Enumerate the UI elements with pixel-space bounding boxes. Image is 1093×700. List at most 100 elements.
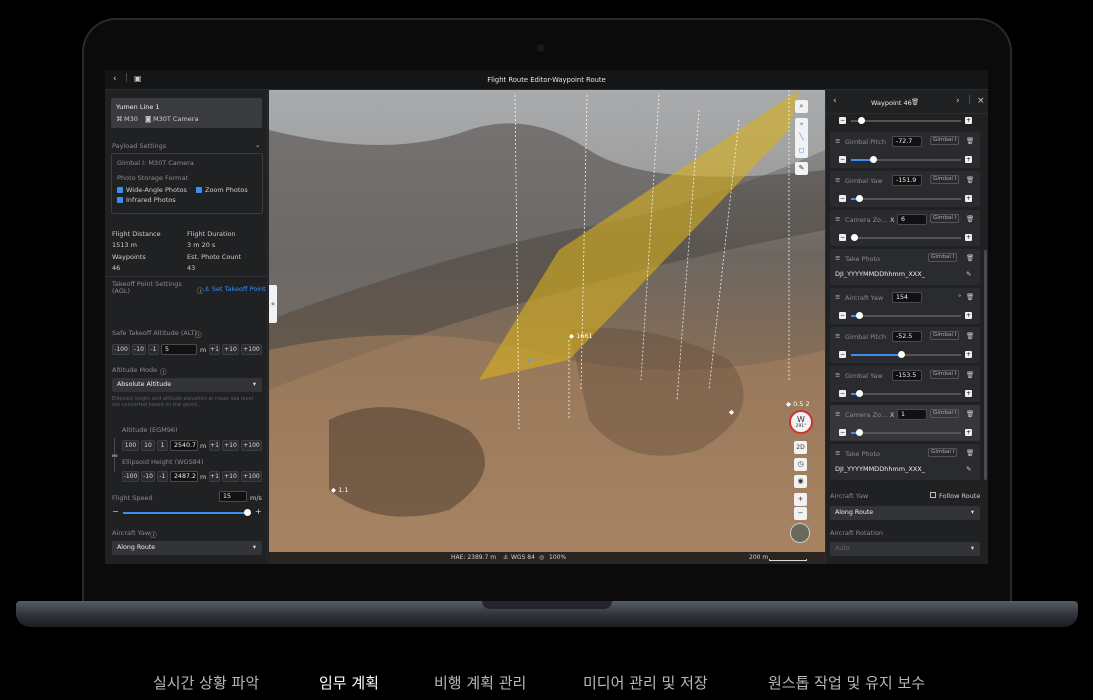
slider-knob[interactable]: [856, 312, 863, 319]
step-plus-1[interactable]: +1: [209, 344, 220, 355]
aircraft-yaw-select[interactable]: Along Route ▾: [112, 541, 262, 555]
slider-track[interactable]: [851, 393, 961, 395]
plus-icon[interactable]: +: [255, 507, 262, 516]
slider-knob[interactable]: [856, 195, 863, 202]
slider-knob[interactable]: [898, 351, 905, 358]
area-icon[interactable]: ◻: [795, 144, 808, 157]
minus-button[interactable]: −: [839, 117, 846, 124]
wgs-minus-100[interactable]: -100: [122, 471, 139, 482]
zoom-photos-checkbox[interactable]: [196, 187, 202, 193]
delete-icon[interactable]: 🗑: [966, 449, 974, 457]
plus-button[interactable]: +: [965, 429, 972, 436]
minus-button[interactable]: −: [839, 195, 846, 202]
gimbal-button[interactable]: Gimbal I: [930, 136, 960, 145]
wgs-minus-10[interactable]: -10: [141, 471, 155, 482]
minus-button[interactable]: −: [839, 234, 846, 241]
action-card[interactable]: ≡ Camera Zo... X 1 Gimbal I 🗑 − +: [830, 405, 980, 441]
slider-knob[interactable]: [856, 390, 863, 397]
action-card[interactable]: ≡ Aircraft Yaw 154 ° 🗑 − +: [830, 288, 980, 324]
action-card[interactable]: ≡ Gimbal Pitch -52.5 Gimbal I 🗑 − +: [830, 327, 980, 363]
layer-thumbnail[interactable]: [790, 523, 810, 543]
aircraft-rotation-select[interactable]: Auto ▾: [830, 542, 980, 556]
drag-handle-icon[interactable]: ≡: [835, 332, 840, 340]
action-card[interactable]: ≡ Gimbal Yaw -151.9 Gimbal I 🗑 − +: [830, 171, 980, 207]
slider-track[interactable]: [851, 315, 961, 317]
edit-icon[interactable]: ✎: [795, 162, 808, 175]
minus-button[interactable]: −: [839, 312, 846, 319]
pin-icon[interactable]: ⌖: [795, 118, 808, 131]
delete-icon[interactable]: 🗑: [966, 293, 974, 301]
plus-button[interactable]: +: [965, 117, 972, 124]
delete-icon[interactable]: 🗑: [966, 410, 974, 418]
gimbal-button[interactable]: Gimbal I: [930, 175, 960, 184]
action-card[interactable]: ≡ Take Photo Gimbal I 🗑 DJI_YYYYMMDDhhmm_XXX…: [830, 444, 980, 480]
action-value-input[interactable]: -153.5: [892, 370, 922, 381]
altitude-mode-select[interactable]: Absolute Altitude ▾: [112, 378, 262, 392]
view-2d-button[interactable]: 2D: [794, 441, 807, 454]
step-plus-100[interactable]: +100: [241, 344, 262, 355]
delete-icon[interactable]: 🗑: [966, 215, 974, 223]
drag-handle-icon[interactable]: ≡: [835, 449, 840, 457]
action-value-input[interactable]: -72.7: [892, 136, 922, 147]
zoom-in-button[interactable]: +: [794, 493, 807, 506]
egm-minus-1[interactable]: 1: [157, 440, 168, 451]
drag-handle-icon[interactable]: ≡: [835, 215, 840, 223]
drag-handle-icon[interactable]: ≡: [835, 137, 840, 145]
egm-plus-1[interactable]: +1: [209, 440, 220, 451]
minus-button[interactable]: −: [839, 351, 846, 358]
action-card[interactable]: ≡ Take Photo Gimbal I 🗑 DJI_YYYYMMDDhhmm_XXX…: [830, 249, 980, 285]
step-plus-10[interactable]: +10: [222, 344, 239, 355]
waypoint-marker-selected[interactable]: ◈ 0.050: [527, 356, 553, 364]
nav-media[interactable]: 미디어 관리 및 저장: [583, 672, 708, 693]
next-waypoint-icon[interactable]: ›: [956, 97, 960, 106]
egm-minus-100[interactable]: 100: [122, 440, 139, 451]
prev-waypoint-icon[interactable]: ‹: [833, 97, 837, 106]
plus-button[interactable]: +: [965, 195, 972, 202]
slider-knob[interactable]: [870, 156, 877, 163]
gimbal-button[interactable]: Gimbal I: [930, 409, 960, 418]
wgs-plus-10[interactable]: +10: [222, 471, 239, 482]
link-icon[interactable]: ⚯: [112, 452, 117, 460]
map-view[interactable]: ◆ 1661 ◈ 0.050 ◆ ◆ 0.5 2 ◆ 1.1 « ⌕ ⌖ ╲ ◻ ✎…: [269, 90, 825, 564]
plus-button[interactable]: +: [965, 351, 972, 358]
waypoint-marker[interactable]: ◆: [729, 408, 734, 416]
zoom-out-button[interactable]: −: [794, 507, 807, 520]
nav-flight-plan[interactable]: 비행 계획 관리: [434, 672, 526, 693]
gimbal-button[interactable]: Gimbal I: [930, 331, 960, 340]
wgs-plus-100[interactable]: +100: [241, 471, 262, 482]
slider-track[interactable]: [851, 432, 961, 434]
edit-icon[interactable]: ✎: [966, 465, 971, 473]
drag-handle-icon[interactable]: ≡: [835, 293, 840, 301]
waypoint-marker[interactable]: ◆ 1.1: [331, 486, 348, 494]
action-value-input[interactable]: -151.9: [892, 175, 922, 186]
clock-icon[interactable]: ◷: [794, 458, 807, 471]
follow-route-checkbox[interactable]: [930, 492, 936, 498]
delete-icon[interactable]: 🗑: [966, 332, 974, 340]
gimbal-button[interactable]: Gimbal I: [930, 370, 960, 379]
safe-altitude-input[interactable]: 5: [161, 344, 197, 355]
action-value-input[interactable]: 1: [897, 409, 927, 420]
minus-button[interactable]: −: [839, 390, 846, 397]
slider-knob[interactable]: [856, 429, 863, 436]
delete-icon[interactable]: 🗑: [966, 254, 974, 262]
action-value-input[interactable]: 154: [892, 292, 922, 303]
gimbal-button[interactable]: Gimbal I: [930, 214, 960, 223]
plus-button[interactable]: +: [965, 234, 972, 241]
plus-button[interactable]: +: [965, 390, 972, 397]
infrared-checkbox[interactable]: [117, 197, 123, 203]
collapse-panel-button[interactable]: «: [269, 285, 277, 323]
waypoint-marker[interactable]: ◆ 1661: [569, 332, 593, 340]
gimbal-button[interactable]: Gimbal I: [928, 448, 958, 457]
minus-icon[interactable]: −: [112, 507, 119, 516]
slider-knob[interactable]: [858, 117, 865, 124]
set-takeoff-link[interactable]: ⚓ Set Takeoff Point: [204, 285, 266, 293]
aircraft-yaw-select[interactable]: Along Route ▾: [830, 506, 980, 520]
delete-icon[interactable]: 🗑: [911, 98, 919, 106]
egm-minus-10[interactable]: 10: [141, 440, 155, 451]
step-minus-10[interactable]: -10: [132, 344, 146, 355]
flight-speed-input[interactable]: 15: [219, 491, 247, 502]
wgs-input[interactable]: 2487.2: [170, 471, 198, 482]
scrollbar[interactable]: [984, 250, 987, 480]
slider-track[interactable]: [851, 120, 961, 122]
action-value-input[interactable]: 6: [897, 214, 927, 225]
